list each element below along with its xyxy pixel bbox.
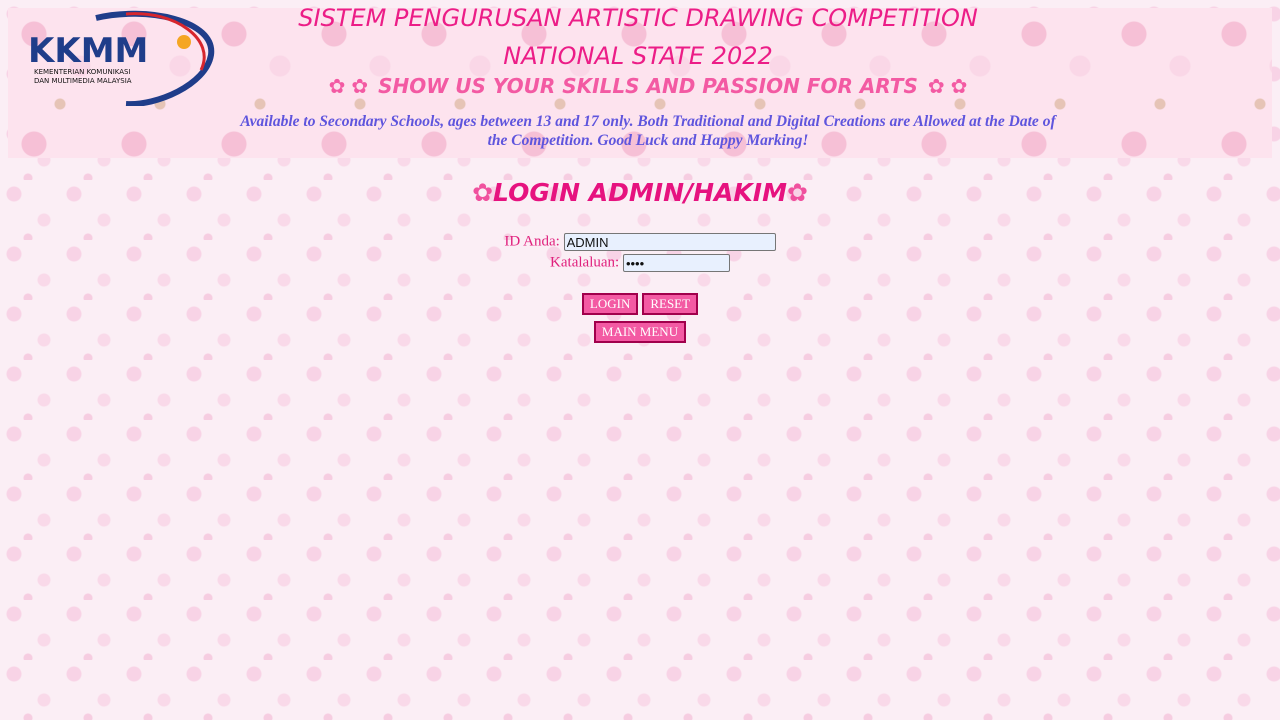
flower-icon: ✿: [472, 178, 494, 207]
main-menu-button[interactable]: MAIN MENU: [593, 321, 687, 343]
password-input[interactable]: [622, 254, 730, 272]
header-banner: KKMM KEMENTERIAN KOMUNIKASI DAN MULTIMED…: [8, 8, 1272, 158]
menu-buttons: MAIN MENU: [0, 321, 1280, 343]
flower-icon: ✿: [351, 74, 369, 98]
id-row: ID Anda:: [0, 233, 1280, 251]
reset-button[interactable]: RESET: [642, 293, 699, 315]
competition-note: Available to Secondary Schools, ages bet…: [240, 113, 1056, 149]
login-button[interactable]: LOGIN: [581, 293, 639, 315]
action-buttons: LOGIN RESET: [0, 293, 1280, 315]
id-input[interactable]: [563, 233, 776, 251]
flower-icon: ✿: [786, 178, 808, 207]
system-title: SISTEM PENGURUSAN ARTISTIC DRAWING COMPE…: [298, 8, 978, 32]
kkmm-logo: KKMM KEMENTERIAN KOMUNIKASI DAN MULTIMED…: [28, 10, 215, 106]
orbit-dot-icon: [177, 35, 191, 49]
flower-icon: ✿: [927, 74, 945, 98]
flower-icon: ✿: [950, 74, 968, 98]
logo-subtitle-2: DAN MULTIMEDIA MALAYSIA: [34, 77, 132, 85]
password-label: Katalaluan:: [550, 254, 620, 271]
tagline-text: Show us your skills and passion for arts: [378, 74, 918, 98]
login-heading: ✿LOGIN ADMIN/HAKIM✿: [0, 178, 1280, 207]
id-label: ID Anda:: [504, 233, 560, 250]
tagline: ✿ ✿ Show us your skills and passion for a…: [288, 74, 1008, 98]
password-row: Katalaluan:: [0, 254, 1280, 272]
logo-subtitle-1: KEMENTERIAN KOMUNIKASI: [34, 68, 131, 76]
edition-title: NATIONAL STATE 2022: [503, 42, 773, 70]
flower-icon: ✿: [328, 74, 346, 98]
logo-text: KKMM: [28, 31, 148, 71]
login-heading-text: LOGIN ADMIN/HAKIM: [493, 178, 787, 207]
